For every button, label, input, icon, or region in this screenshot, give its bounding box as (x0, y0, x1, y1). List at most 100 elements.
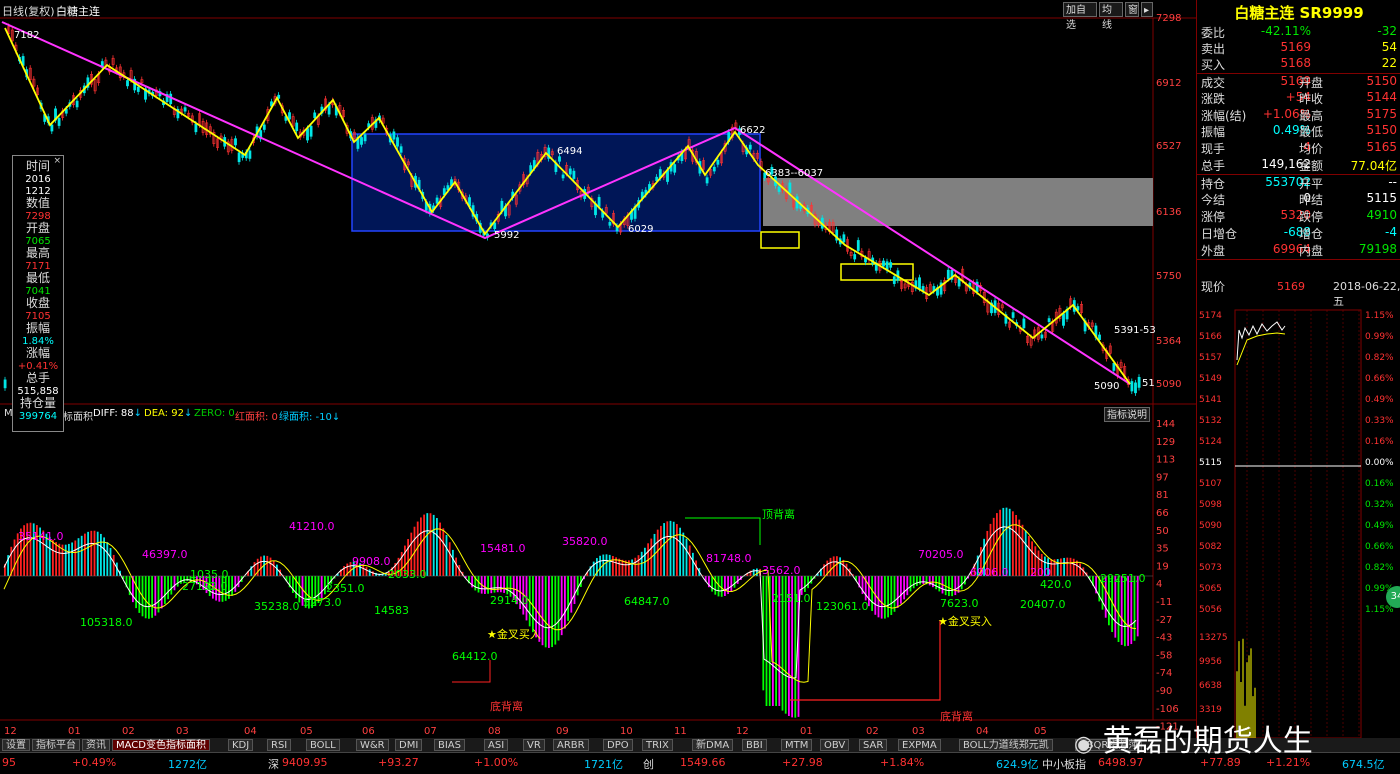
macd-bar (433, 515, 435, 576)
macd-bar (426, 513, 428, 576)
macd-bar (631, 559, 633, 576)
status-7: +1.00% (474, 756, 518, 769)
macd-area-label: 15481.0 (480, 542, 526, 555)
tab-9[interactable]: BIAS (434, 739, 465, 751)
window-button[interactable]: 窗 (1125, 2, 1139, 17)
macd-bar (922, 576, 924, 584)
tab-11[interactable]: VR (523, 739, 545, 751)
tab-6[interactable]: BOLL (306, 739, 340, 751)
candle-body (1012, 313, 1014, 318)
candle-body (170, 94, 172, 104)
macd-y-tick-label: 81 (1156, 490, 1169, 501)
macd-area-label: 14583 (374, 604, 409, 617)
tab-19[interactable]: SAR (859, 739, 887, 751)
tab-4[interactable]: KDJ (228, 739, 253, 751)
mini-pct-label: 0.33% (1365, 416, 1394, 426)
infobox-label: 振幅 (13, 322, 63, 335)
macd-area-label: 2033.0 (388, 568, 427, 581)
tab-15[interactable]: 新DMA (692, 739, 733, 751)
intraday-mini-chart[interactable]: 5174516651575149514151325124511551075098… (1197, 300, 1400, 738)
mini-price-label: 5124 (1199, 437, 1222, 447)
x-tick-label: 11 (674, 726, 687, 737)
macd-bar (494, 576, 496, 593)
tab-16[interactable]: BBI (742, 739, 767, 751)
candle-body (947, 270, 949, 278)
macd-bar (506, 576, 508, 594)
candle-body (778, 187, 780, 192)
mini-price-label: 5115 (1199, 458, 1222, 468)
tab-17[interactable]: MTM (781, 739, 812, 751)
tab-0[interactable]: 设置 (2, 739, 30, 751)
infobox-label: 时间 (13, 160, 63, 173)
tab-2[interactable]: 资讯 (82, 739, 110, 751)
tab-10[interactable]: ASI (484, 739, 508, 751)
tab-21[interactable]: BOLL力道线郑元凯 (959, 739, 1053, 751)
y-tick-label: 5090 (1156, 379, 1181, 390)
macd-bar (1070, 558, 1072, 576)
macd-area-label: 2914.0 (490, 594, 529, 607)
quote-v2: 5175 (1366, 107, 1397, 121)
period-label: 日线(复权) (2, 3, 55, 19)
quote-l2: 最低 (1299, 123, 1323, 140)
label-5090: 5090 (1094, 381, 1119, 392)
macd-area-label: 35141.0 (18, 530, 64, 543)
tab-14[interactable]: TRIX (642, 739, 673, 751)
macd-bar (634, 558, 636, 576)
candle-body (918, 278, 920, 289)
tab-7[interactable]: W&R (356, 739, 389, 751)
status-9: 创 (643, 756, 654, 772)
macd-bar (900, 576, 902, 604)
macd-bar (618, 559, 620, 576)
tab-5[interactable]: RSI (267, 739, 291, 751)
tab-8[interactable]: DMI (395, 739, 422, 751)
candle-body (1062, 314, 1064, 326)
macd-bar (446, 535, 448, 576)
macd-bar (164, 576, 166, 604)
status-5: 9409.95 (282, 756, 328, 769)
tab-20[interactable]: EXPMA (898, 739, 941, 751)
macd-bar (663, 523, 665, 576)
quote-v1: 5169 (1280, 40, 1311, 54)
candle-body (314, 113, 316, 118)
macd-bar (436, 518, 438, 576)
label-5391: 5391-53 (1114, 325, 1156, 336)
quote-l1: 成交 (1201, 74, 1225, 91)
tab-13[interactable]: DPO (603, 739, 633, 751)
macd-bar (103, 537, 105, 576)
ma-button[interactable]: 均线 (1099, 2, 1123, 17)
macd-bar (1124, 576, 1126, 646)
quote-l1: 振幅 (1201, 123, 1225, 140)
quote-l1: 涨跌 (1201, 90, 1225, 107)
candle-body (1134, 383, 1136, 393)
candle-body (4, 380, 6, 388)
collapse-icon[interactable]: ▸ (1141, 2, 1153, 17)
macd-bar (84, 534, 86, 576)
macd-bar (423, 515, 425, 576)
tab-3[interactable]: MACD变色指标面积 (112, 739, 210, 751)
macd-bar (724, 576, 726, 596)
tab-1[interactable]: 指标平台 (32, 739, 80, 751)
label-6029: 6029 (628, 224, 653, 235)
kline-chart[interactable]: 7182 6494 6622 5992 6029 6383--6037 5391… (0, 0, 1196, 738)
macd-bar (1079, 563, 1081, 576)
macd-bar (1076, 561, 1078, 576)
status-4: 深 (268, 756, 279, 772)
quote-row: 买入516822 (1199, 56, 1399, 72)
macd-bar (676, 524, 678, 576)
label-6622: 6622 (740, 125, 765, 136)
macd-bar (71, 542, 73, 576)
macd-bar (1018, 520, 1020, 576)
candle-body (1048, 319, 1050, 322)
macd-bar (1137, 576, 1139, 636)
indicator-help-button[interactable]: 指标说明 (1104, 407, 1150, 422)
tab-12[interactable]: ARBR (553, 739, 589, 751)
add-watchlist-button[interactable]: 加自选 (1063, 2, 1097, 17)
macd-bar (254, 562, 256, 576)
quote-l1: 涨幅(结) (1201, 107, 1246, 124)
candle-body (749, 145, 751, 149)
macd-bar (74, 540, 76, 576)
tab-18[interactable]: OBV (820, 739, 849, 751)
candle-body (1113, 363, 1115, 370)
macd-bar (78, 538, 80, 576)
watermark: ◉ 黄磊的期货人生 (1074, 716, 1313, 760)
